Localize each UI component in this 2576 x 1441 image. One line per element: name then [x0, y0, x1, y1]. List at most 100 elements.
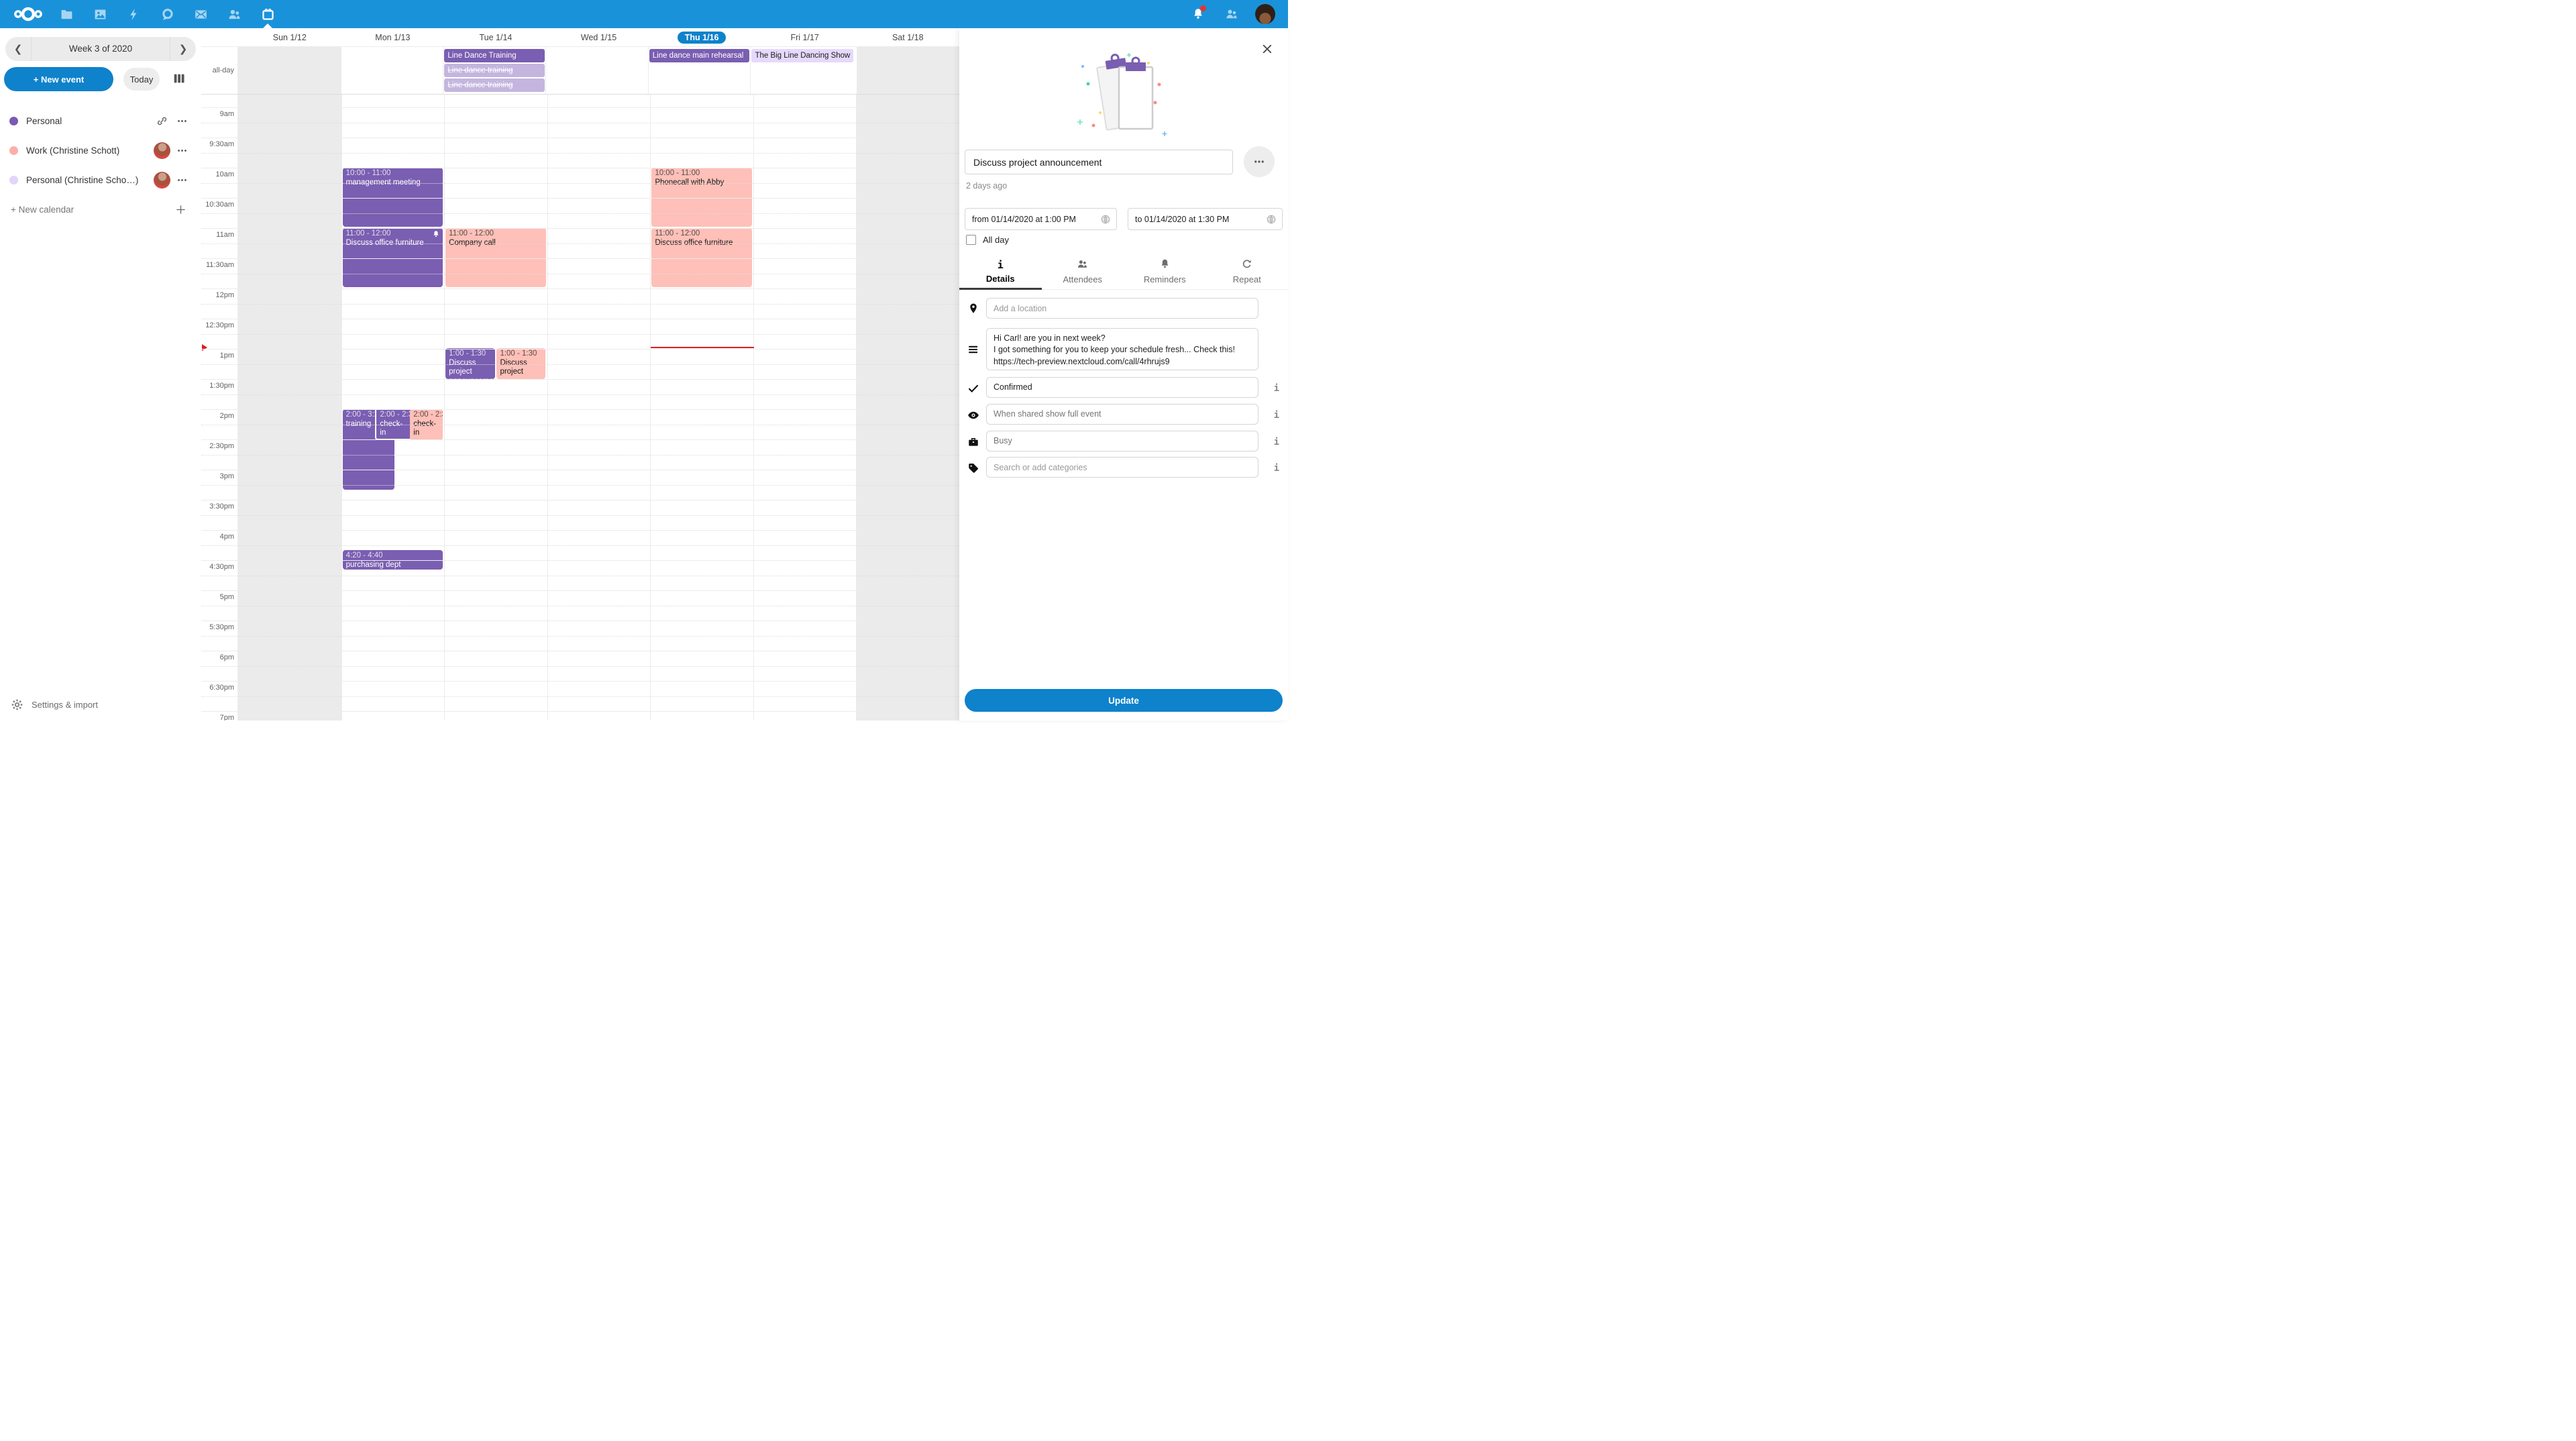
app-icon-photos[interactable]: [83, 0, 117, 28]
tab-reminders[interactable]: Reminders: [1124, 254, 1206, 289]
description-textarea[interactable]: Hi Carl! are you in next week? I got som…: [986, 328, 1258, 370]
availability-select[interactable]: Busy: [986, 431, 1258, 451]
tab-bell-icon: [1159, 258, 1171, 272]
day-column-tue[interactable]: 11:00 - 12:00Company call1:00 - 1:30Disc…: [444, 95, 547, 720]
app-icon-files[interactable]: [50, 0, 83, 28]
next-week-button[interactable]: ❯: [170, 43, 196, 55]
time-label: 1:30pm: [209, 382, 234, 390]
plus-icon[interactable]: [170, 204, 191, 215]
day-column-thu[interactable]: 10:00 - 11:00Phonecall with Abby11:00 - …: [650, 95, 753, 720]
sidebar-calendar-item[interactable]: Work (Christine Schott): [0, 136, 201, 165]
sidebar-calendar-item[interactable]: Personal: [0, 106, 201, 136]
calendar-more-icon[interactable]: [172, 115, 192, 127]
event-title: Discuss project: [500, 359, 542, 377]
event-chip[interactable]: 11:00 - 12:00Company call: [445, 228, 546, 287]
shared-by-avatar[interactable]: [152, 172, 172, 189]
categories-input[interactable]: [986, 457, 1258, 478]
all-day-checkbox[interactable]: [966, 235, 976, 245]
tab-repeat[interactable]: Repeat: [1206, 254, 1289, 289]
timezone-globe-icon[interactable]: [1266, 214, 1277, 225]
all-day-cell[interactable]: The Big Line Dancing Show: [750, 47, 857, 94]
all-day-cell[interactable]: [545, 47, 648, 94]
app-launcher: [7, 0, 284, 28]
contacts-menu-icon[interactable]: [1218, 0, 1245, 28]
timezone-globe-icon[interactable]: [1100, 214, 1111, 225]
user-avatar[interactable]: [1252, 0, 1279, 28]
today-button[interactable]: Today: [123, 68, 160, 91]
settings-import[interactable]: Settings & import: [11, 698, 98, 711]
event-chip[interactable]: 1:00 - 1:30Discuss project announcement: [445, 348, 495, 379]
all-day-cell[interactable]: Line dance main rehearsal: [648, 47, 751, 94]
current-day-pill[interactable]: Thu 1/16: [678, 32, 727, 44]
notification-badge: [1200, 5, 1206, 11]
app-icon-talk[interactable]: [150, 0, 184, 28]
day-header-gutter: [201, 28, 238, 46]
availability-info-icon[interactable]: i: [1274, 437, 1279, 447]
event-chip[interactable]: 11:00 - 12:00Discuss office furniture: [651, 228, 752, 287]
day-column-sun[interactable]: [238, 95, 341, 720]
previous-week-button[interactable]: ❮: [5, 43, 31, 55]
all-day-cell[interactable]: [857, 47, 959, 94]
status-info-icon[interactable]: i: [1274, 383, 1279, 394]
app-icon-calendar[interactable]: [251, 0, 284, 28]
event-chip[interactable]: 4:20 - 4:40purchasing dept: [343, 550, 443, 570]
event-chip[interactable]: 1:00 - 1:30Discuss project: [496, 348, 545, 379]
time-label: 5:30pm: [209, 623, 234, 631]
shared-by-avatar[interactable]: [152, 142, 172, 159]
end-datetime-field[interactable]: to 01/14/2020 at 1:30 PM: [1128, 208, 1283, 230]
week-label[interactable]: Week 3 of 2020: [31, 37, 170, 61]
start-datetime-field[interactable]: from 01/14/2020 at 1:00 PM: [965, 208, 1117, 230]
all-day-cell[interactable]: [341, 47, 443, 94]
all-day-event[interactable]: Line dance training: [444, 64, 545, 77]
more-actions-button[interactable]: [1244, 146, 1275, 177]
event-chip[interactable]: 11:00 - 12:00Discuss office furniture: [343, 228, 443, 287]
app-icon-activity[interactable]: [117, 0, 150, 28]
all-day-cell[interactable]: Line Dance Training Line dance trainingLi…: [443, 47, 545, 94]
all-day-event[interactable]: Line dance training: [444, 78, 545, 92]
all-day-event[interactable]: The Big Line Dancing Show: [751, 49, 853, 62]
calendar-more-icon[interactable]: [172, 145, 192, 156]
day-column-sat[interactable]: [856, 95, 959, 720]
status-select[interactable]: Confirmed: [986, 377, 1258, 398]
location-input[interactable]: [986, 298, 1258, 319]
tag-icon: [967, 462, 979, 474]
new-event-button[interactable]: + New event: [4, 67, 113, 91]
tab-details[interactable]: iDetails: [959, 254, 1042, 289]
categories-info-icon[interactable]: i: [1274, 463, 1279, 474]
event-chip[interactable]: 10:00 - 11:00management meeting: [343, 168, 443, 227]
event-time: 1:00 - 1:30: [500, 350, 542, 359]
all-day-cell[interactable]: [238, 47, 341, 94]
calendar-more-icon[interactable]: [172, 174, 192, 186]
day-column-wed[interactable]: [547, 95, 651, 720]
tab-attendees[interactable]: Attendees: [1042, 254, 1124, 289]
current-time-line: [651, 347, 754, 348]
sidebar-calendar-item[interactable]: Personal (Christine Scho…): [0, 165, 201, 195]
event-chip[interactable]: 10:00 - 11:00Phonecall with Abby: [651, 168, 752, 227]
new-calendar-button[interactable]: + New calendar: [0, 195, 201, 224]
day-column-fri[interactable]: [753, 95, 857, 720]
all-day-event[interactable]: Line Dance Training: [444, 49, 545, 62]
event-chip[interactable]: 2:00 - 2:30check-in: [375, 408, 411, 440]
visibility-info-icon[interactable]: i: [1274, 410, 1279, 421]
app-icon-contacts[interactable]: [217, 0, 251, 28]
notifications-bell-icon[interactable]: [1185, 0, 1212, 28]
event-time: 1:00 - 1:30: [449, 350, 492, 359]
time-label: 9:30am: [209, 140, 234, 148]
event-title: Company call: [449, 239, 543, 248]
app-icon-logo[interactable]: [7, 0, 50, 28]
visibility-select[interactable]: When shared show full event: [986, 404, 1258, 425]
event-chip[interactable]: 2:00 - 2:30check-in: [410, 409, 442, 440]
start-datetime-value: from 01/14/2020 at 1:00 PM: [972, 215, 1096, 224]
description-lines-icon: [967, 343, 979, 356]
view-mode-toggle-icon[interactable]: [172, 71, 188, 87]
share-link-icon[interactable]: [152, 115, 172, 127]
update-button[interactable]: Update: [965, 689, 1283, 712]
event-title: Discuss office furniture: [655, 239, 749, 248]
close-icon[interactable]: [1261, 43, 1276, 58]
app-icon-mail[interactable]: [184, 0, 217, 28]
all-day-event[interactable]: Line dance main rehearsal: [649, 49, 750, 62]
all-day-checkbox-row[interactable]: All day: [966, 235, 1009, 245]
day-column-mon[interactable]: 10:00 - 11:00management meeting11:00 - 1…: [341, 95, 445, 720]
day-header-mon: Mon 1/13: [341, 28, 445, 46]
event-title-input[interactable]: [965, 150, 1233, 174]
